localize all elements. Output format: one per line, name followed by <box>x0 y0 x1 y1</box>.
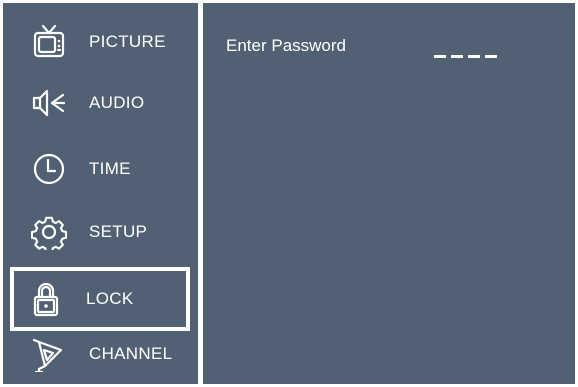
menu-item-lock[interactable]: LOCK <box>10 267 190 331</box>
menu-label-setup: SETUP <box>89 222 148 241</box>
password-input[interactable] <box>434 55 497 58</box>
menu-item-setup[interactable]: SETUP <box>13 203 191 261</box>
password-digit-slot <box>485 55 497 58</box>
tv-icon <box>31 24 67 60</box>
menu-label-channel: CHANNEL <box>89 344 173 363</box>
enter-password-label: Enter Password <box>226 36 346 55</box>
satellite-dish-icon <box>31 336 67 372</box>
menu-item-time[interactable]: TIME <box>13 140 191 198</box>
clock-icon <box>31 151 67 187</box>
lock-icon <box>28 281 64 317</box>
menu-item-picture[interactable]: PICTURE <box>13 13 191 71</box>
password-digit-slot <box>468 55 480 58</box>
menu-label-lock: LOCK <box>86 289 134 308</box>
lock-content-panel: Enter Password <box>203 3 575 384</box>
menu-label-time: TIME <box>89 159 131 178</box>
menu-item-audio[interactable]: AUDIO <box>13 74 191 132</box>
menu-label-picture: PICTURE <box>89 32 166 51</box>
main-menu-sidebar: PICTURE AUDIO TIME SETUP LOCK CHANNEL <box>3 3 198 384</box>
gear-icon <box>31 214 67 250</box>
menu-item-channel[interactable]: CHANNEL <box>13 325 191 383</box>
password-digit-slot <box>434 55 446 58</box>
menu-label-audio: AUDIO <box>89 93 145 112</box>
password-digit-slot <box>451 55 463 58</box>
speaker-icon <box>31 85 67 121</box>
tv-menu-screen: PICTURE AUDIO TIME SETUP LOCK CHANNEL En… <box>0 0 578 387</box>
